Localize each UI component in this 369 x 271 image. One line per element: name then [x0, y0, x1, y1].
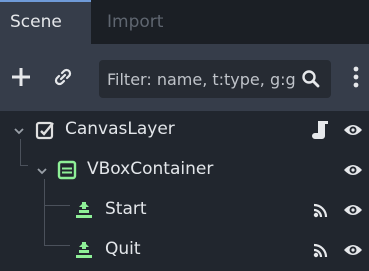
tree-item-canvas-layer[interactable]: CanvasLayer: [0, 111, 369, 151]
vbox-container-icon: [57, 160, 77, 180]
scene-tree: CanvasLayer VBoxContainer Start Quit: [0, 111, 369, 265]
node-name: Quit: [105, 239, 141, 259]
chevron-down-icon[interactable]: [35, 164, 49, 178]
instance-scene-button[interactable]: [48, 62, 78, 92]
link-icon: [54, 68, 72, 86]
button-node-icon: [76, 202, 92, 218]
signal-icon[interactable]: [312, 201, 330, 219]
visibility-eye-icon[interactable]: [343, 161, 363, 179]
tree-item-vbox-container[interactable]: VBoxContainer: [0, 151, 369, 191]
canvas-layer-icon: [35, 121, 54, 140]
node-name: Start: [105, 199, 147, 219]
kebab-menu-icon: [353, 66, 359, 88]
node-name: CanvasLayer: [65, 119, 175, 139]
chevron-down-icon[interactable]: [12, 124, 26, 138]
scene-dock-tabbar: Scene Import: [0, 0, 369, 44]
search-icon: [302, 70, 320, 88]
more-options-button[interactable]: [344, 62, 368, 92]
scene-toolbar: [0, 44, 369, 111]
filter-nodes-field[interactable]: [99, 60, 331, 98]
node-name: VBoxContainer: [87, 159, 214, 179]
button-node-icon: [76, 242, 92, 258]
script-icon[interactable]: [312, 120, 330, 140]
signal-icon[interactable]: [312, 241, 330, 259]
visibility-eye-icon[interactable]: [343, 201, 363, 219]
tab-scene[interactable]: Scene: [0, 0, 91, 44]
tree-item-quit[interactable]: Quit: [0, 231, 369, 271]
add-node-button[interactable]: [6, 62, 36, 92]
plus-icon: [12, 68, 30, 86]
tree-item-start[interactable]: Start: [0, 191, 369, 231]
visibility-eye-icon[interactable]: [343, 121, 363, 139]
tab-import[interactable]: Import: [91, 0, 227, 44]
filter-input[interactable]: [107, 60, 297, 98]
visibility-eye-icon[interactable]: [343, 241, 363, 259]
